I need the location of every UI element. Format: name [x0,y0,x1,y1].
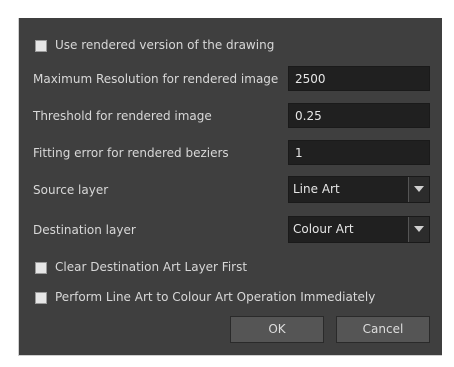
clear-destination-label[interactable]: Clear Destination Art Layer First [55,260,247,274]
cancel-button[interactable]: Cancel [336,316,430,343]
perform-immediately-checkbox[interactable] [35,292,47,304]
fitting-error-label: Fitting error for rendered beziers [33,146,229,160]
clear-destination-checkbox[interactable] [35,262,47,274]
threshold-input[interactable] [288,103,430,128]
destination-layer-label: Destination layer [33,223,136,237]
fitting-error-row: Fitting error for rendered beziers [19,140,442,166]
max-resolution-label: Maximum Resolution for rendered image [33,72,279,86]
source-layer-row: Source layer Line Art [19,176,442,203]
use-rendered-row: Use rendered version of the drawing [19,35,442,61]
chevron-down-icon [414,186,424,192]
line-art-to-colour-art-dialog: Use rendered version of the drawing Maxi… [18,18,442,356]
source-layer-label: Source layer [33,183,109,197]
perform-immediately-label[interactable]: Perform Line Art to Colour Art Operation… [55,290,375,304]
source-layer-dropdown-button[interactable] [408,177,429,202]
destination-layer-select[interactable]: Colour Art [288,216,430,243]
fitting-error-input[interactable] [288,140,430,165]
source-layer-select[interactable]: Line Art [288,176,430,203]
max-resolution-row: Maximum Resolution for rendered image [19,66,442,92]
destination-layer-dropdown-button[interactable] [408,217,429,242]
chevron-down-icon [414,226,424,232]
threshold-label: Threshold for rendered image [33,109,212,123]
use-rendered-label[interactable]: Use rendered version of the drawing [55,38,274,52]
threshold-row: Threshold for rendered image [19,103,442,129]
source-layer-value: Line Art [293,182,340,196]
max-resolution-input[interactable] [288,66,430,91]
use-rendered-checkbox[interactable] [35,40,47,52]
destination-layer-row: Destination layer Colour Art [19,216,442,243]
ok-button[interactable]: OK [230,316,324,343]
clear-destination-row: Clear Destination Art Layer First [19,257,442,283]
perform-immediately-row: Perform Line Art to Colour Art Operation… [19,287,442,313]
destination-layer-value: Colour Art [293,222,354,236]
